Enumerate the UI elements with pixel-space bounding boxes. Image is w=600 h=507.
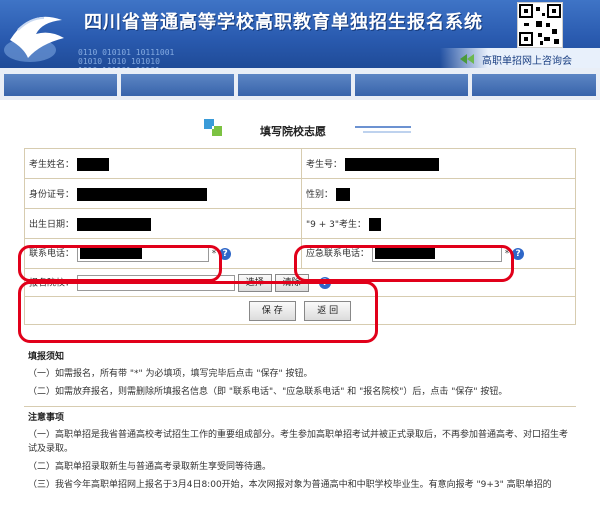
qr-code-icon (519, 4, 561, 46)
gender-label: 性别： (306, 189, 334, 200)
binary-decoration: 0110 010101 10111001 01010 1010 101010 1… (78, 48, 175, 68)
name-value-redacted (76, 157, 109, 171)
form-header: 填写院校志愿 (0, 112, 600, 138)
leaf-icon (460, 54, 474, 64)
id-value-redacted (76, 187, 207, 201)
table-row: 出生日期： "9 + 3"考生： (24, 208, 576, 239)
notice-title: 填报须知 (28, 352, 65, 362)
attention-item: （一）高职单招是我省普通高校考试招生工作的重要组成部分。考生参加高职单招考试并被… (28, 430, 569, 454)
table-row: 身份证号： 性别： (24, 178, 576, 209)
form-icon (204, 119, 222, 136)
notice-item: （二）如需放弃报名，则需删除所填报名信息（即 "联系电话"、"应急联系电话" 和… (28, 387, 508, 397)
id-label: 身份证号： (29, 189, 75, 200)
notice-item: （一）如需报名，所有带 "*" 为必填项，填写完毕后点击 "保存" 按钮。 (28, 369, 313, 379)
birth-value-redacted (76, 217, 151, 231)
nav-tab[interactable] (4, 74, 117, 96)
title-decoration (355, 126, 411, 133)
form-title: 填写院校志愿 (260, 125, 326, 138)
consult-link[interactable]: 高职单招网上咨询会 (482, 52, 572, 67)
nav-tab[interactable] (121, 74, 234, 96)
birth-label: 出生日期： (29, 219, 75, 230)
highlight-emergency (294, 245, 514, 282)
attention-item: （三）我省今年高职单招网上报名于3月4日8:00开始，本次网报对象为普通高中和中… (28, 480, 552, 490)
qr-code (517, 2, 563, 48)
attention-item: （二）高职单招录取新生与普通高考录取新生享受同等待遇。 (28, 462, 272, 472)
site-title: 四川省普通高等学校高职教育单独招生报名系统 (84, 12, 483, 33)
highlight-phone (18, 245, 222, 282)
table-row: 考生姓名： 考生号： (24, 148, 576, 179)
nav-tab[interactable] (355, 74, 468, 96)
site-banner: 0110 010101 10111001 01010 1010 101010 1… (0, 0, 600, 68)
exam-no-label: 考生号： (306, 159, 343, 170)
exam-no-value-redacted (344, 157, 439, 171)
dove-logo-icon (4, 16, 64, 62)
name-label: 考生姓名： (29, 159, 75, 170)
nav-tab[interactable] (238, 74, 351, 96)
highlight-school (18, 281, 378, 343)
attention-section: 注意事项 （一）高职单招是我省普通高校考试招生工作的重要组成部分。考生参加高职单… (24, 406, 576, 494)
type-value-redacted (368, 217, 381, 231)
notice-section: 填报须知 （一）如需报名，所有带 "*" 为必填项，填写完毕后点击 "保存" 按… (24, 346, 576, 401)
type-label: "9 + 3"考生： (306, 219, 366, 230)
nav-tab[interactable] (472, 74, 596, 96)
nav-band (0, 68, 600, 100)
attention-title: 注意事项 (28, 413, 65, 423)
gender-value-redacted (335, 187, 350, 201)
